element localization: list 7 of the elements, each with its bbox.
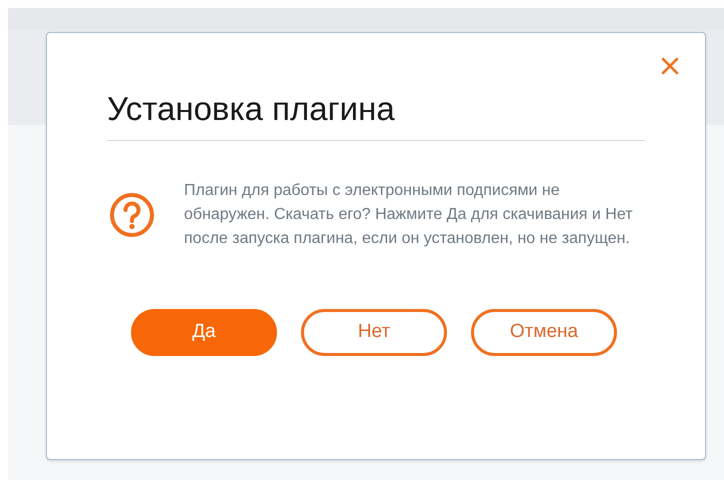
dialog-message: Плагин для работы с электронными подписями не обнаружен. Скачать его? Нажмите Да для скачивания и Нет после запуска плагина, если он установлен, но не запущен. <box>184 181 634 249</box>
close-icon[interactable] <box>659 55 681 77</box>
dialog-title: Установка плагина <box>107 87 645 141</box>
question-icon <box>108 191 156 239</box>
outline-button[interactable]: Отмена <box>471 309 617 356</box>
outline-button[interactable]: Нет <box>301 309 447 356</box>
primary-button[interactable]: Да <box>131 309 277 356</box>
